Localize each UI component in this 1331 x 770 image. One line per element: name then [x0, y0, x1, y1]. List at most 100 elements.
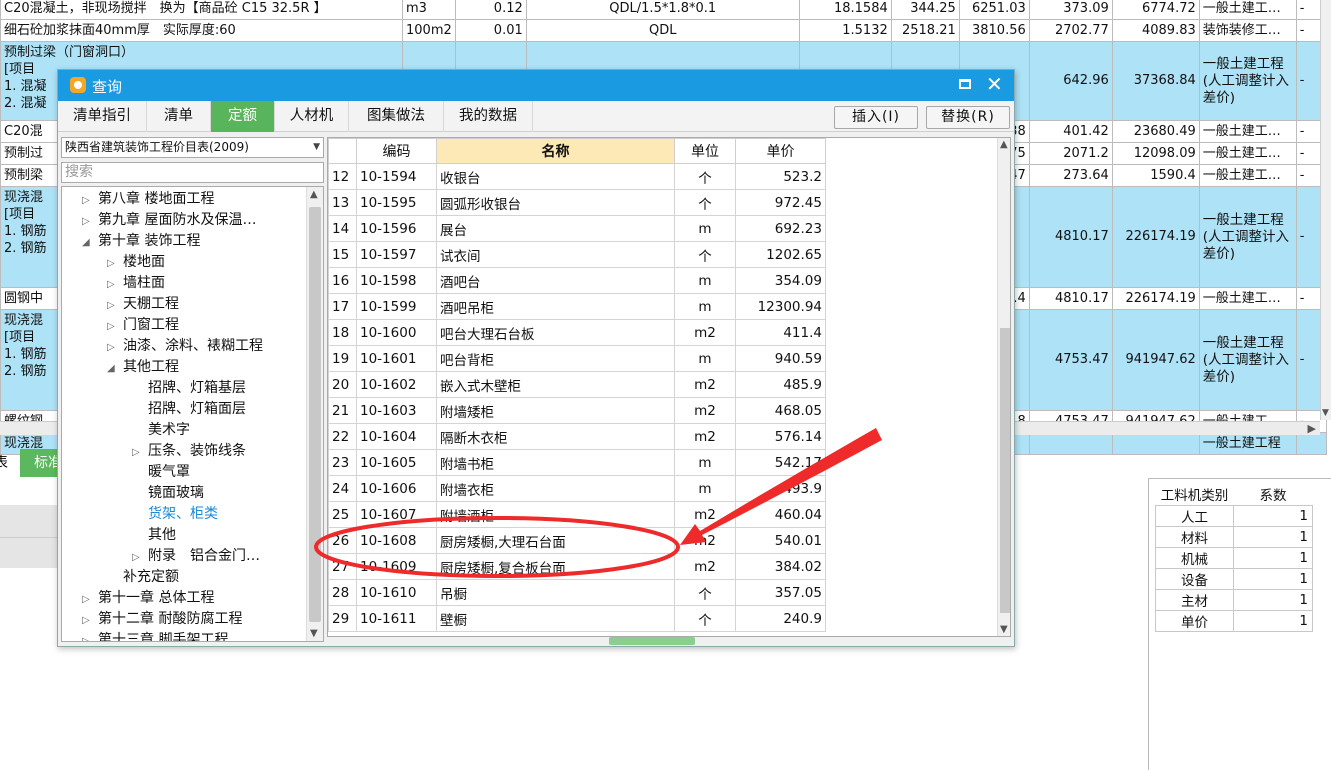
- main-sheet-cell[interactable]: [1295, 432, 1327, 455]
- tree-node[interactable]: 美术字: [132, 420, 190, 441]
- quota-row[interactable]: 27 10-1609 厨房矮橱,复合板台面 m2 384.02: [328, 553, 826, 580]
- main-sheet-cell[interactable]: 细石砼加浆抹面40mm厚 实际厚度:60: [0, 19, 403, 42]
- tree-node[interactable]: ◢ 第十章 装饰工程: [82, 231, 200, 252]
- grid-scrollbar[interactable]: ▲ ▼: [997, 138, 1010, 636]
- col-name[interactable]: 名称: [436, 138, 675, 164]
- main-sheet-cell[interactable]: 18.1584: [798, 0, 892, 20]
- caret-expanded-icon[interactable]: ◢: [107, 358, 123, 379]
- quota-row[interactable]: 24 10-1606 附墙衣柜 m 493.9: [328, 475, 826, 502]
- main-sheet-cell[interactable]: [1028, 432, 1113, 455]
- main-sheet-cell[interactable]: 6251.03: [958, 0, 1030, 20]
- tree-node[interactable]: ◢ 其他工程: [107, 357, 179, 378]
- tree-node[interactable]: ▷ 油漆、涂料、裱糊工程: [107, 336, 263, 357]
- quota-row[interactable]: 19 10-1601 吧台背柜 m 940.59: [328, 345, 826, 372]
- quota-row[interactable]: 28 10-1610 吊橱个 357.05: [328, 579, 826, 606]
- tree-node[interactable]: 货架、柜类: [132, 504, 218, 525]
- tree-node[interactable]: ▷ 第十一章 总体工程: [82, 588, 214, 609]
- main-sheet-cell[interactable]: 一般土建工程(人工调整计入差价): [1198, 309, 1297, 411]
- close-icon[interactable]: ✕: [986, 72, 1003, 96]
- main-sheet-cell[interactable]: [1111, 432, 1200, 455]
- main-sheet-cell[interactable]: 941947.62: [1111, 309, 1200, 411]
- quota-row[interactable]: 13 10-1595 圆弧形收银台个 972.45: [328, 189, 826, 216]
- search-input[interactable]: 搜索: [61, 162, 324, 183]
- tree-node[interactable]: ▷ 第九章 屋面防水及保温…: [82, 210, 256, 231]
- scroll-up-icon[interactable]: ▲: [1000, 139, 1008, 150]
- insert-button[interactable]: 插入(I): [834, 106, 918, 129]
- tree-node[interactable]: 招牌、灯箱面层: [132, 399, 246, 420]
- caret-collapsed-icon[interactable]: ▷: [82, 211, 98, 232]
- main-sheet-cell[interactable]: 1590.4: [1111, 164, 1200, 187]
- caret-collapsed-icon[interactable]: ▷: [82, 631, 98, 641]
- tree-node[interactable]: ▷ 天棚工程: [107, 294, 179, 315]
- main-sheet-cell[interactable]: 一般土建工…: [1198, 164, 1297, 187]
- quota-row[interactable]: 15 10-1597 试衣间个 1202.65: [328, 241, 826, 268]
- main-sheet-cell[interactable]: 一般土建工…: [1198, 287, 1297, 310]
- main-sheet-cell[interactable]: 4810.17: [1028, 287, 1113, 310]
- caret-collapsed-icon[interactable]: ▷: [82, 610, 98, 631]
- coefficient-cell[interactable]: 1: [1233, 525, 1313, 548]
- tab-quota[interactable]: 定额: [211, 101, 275, 132]
- dialog-titlebar[interactable]: 查询 ✕: [58, 70, 1014, 101]
- main-sheet-row[interactable]: C20混凝土，非现场搅拌 换为【商品砼 C15 32.5R 】 m3 0.12 QDL…: [0, 0, 1327, 20]
- main-sheet-cell[interactable]: 0.01: [454, 19, 527, 42]
- scroll-down-icon[interactable]: ▼: [1000, 624, 1008, 635]
- tab-labor-material-machine[interactable]: 人材机: [275, 101, 349, 132]
- col-unit-price[interactable]: 单价: [735, 138, 826, 164]
- tree-scrollbar[interactable]: ▲ ▼: [306, 187, 323, 641]
- quota-row[interactable]: 17 10-1599 酒吧吊柜 m 12300.94: [328, 293, 826, 320]
- tab-list[interactable]: 清单: [147, 101, 211, 132]
- quota-row[interactable]: 26 10-1608 厨房矮橱,大理石台面 m2 540.01: [328, 527, 826, 554]
- quota-row[interactable]: 22 10-1604 隔断木衣柜 m2 576.14: [328, 423, 826, 450]
- main-sheet-cell[interactable]: 3810.56: [958, 19, 1030, 42]
- main-sheet-cell[interactable]: 273.64: [1028, 164, 1113, 187]
- main-sheet-cell[interactable]: 一般土建工…: [1198, 0, 1297, 20]
- main-sheet-cell[interactable]: 一般土建工…: [1198, 142, 1297, 165]
- coefficient-row[interactable]: 单价 1: [1155, 609, 1313, 632]
- main-sheet-row[interactable]: 细石砼加浆抹面40mm厚 实际厚度:60 100m2 0.01 QDL 1.5132 25…: [0, 19, 1327, 42]
- main-sheet-cell[interactable]: 226174.19: [1111, 287, 1200, 310]
- main-sheet-cell[interactable]: QDL/1.5*1.8*0.1: [525, 0, 800, 20]
- quota-row[interactable]: 29 10-1611 壁橱个 240.9: [328, 605, 826, 632]
- coefficient-row[interactable]: 主材 1: [1155, 588, 1313, 611]
- caret-collapsed-icon[interactable]: ▷: [132, 442, 148, 463]
- quota-row[interactable]: 18 10-1600 吧台大理石台板 m2 411.4: [328, 319, 826, 346]
- caret-collapsed-icon[interactable]: ▷: [107, 295, 123, 316]
- tree-node[interactable]: ▷ 第八章 楼地面工程: [82, 189, 214, 210]
- coefficient-row[interactable]: 材料 1: [1155, 525, 1313, 548]
- tree-node[interactable]: ▷ 第十二章 耐酸防腐工程: [82, 609, 242, 630]
- coefficient-cell[interactable]: 1: [1233, 588, 1313, 611]
- caret-collapsed-icon[interactable]: ▷: [82, 589, 98, 610]
- coefficient-cell[interactable]: 1: [1233, 546, 1313, 569]
- quota-row[interactable]: 23 10-1605 附墙书柜 m 542.17: [328, 449, 826, 476]
- coefficient-cell[interactable]: 1: [1233, 504, 1313, 527]
- tree-node[interactable]: ▷ 第十三章 脚手架工程: [82, 630, 228, 641]
- main-sheet-cell[interactable]: 0.12: [454, 0, 527, 20]
- maximize-icon[interactable]: [959, 79, 971, 89]
- tree-node[interactable]: 补充定额: [107, 567, 179, 588]
- col-unit[interactable]: 单位: [674, 138, 736, 164]
- main-sheet-cell[interactable]: QDL: [525, 19, 800, 42]
- main-sheet-cell[interactable]: 344.25: [890, 0, 960, 20]
- scroll-down-icon[interactable]: ▼: [310, 628, 318, 639]
- scroll-up-icon[interactable]: ▲: [310, 189, 318, 200]
- caret-collapsed-icon[interactable]: ▷: [107, 337, 123, 358]
- main-sheet-cell[interactable]: C20混凝土，非现场搅拌 换为【商品砼 C15 32.5R 】: [0, 0, 403, 20]
- main-sheet-cell[interactable]: 一般土建工…: [1198, 120, 1297, 143]
- caret-collapsed-icon[interactable]: ▷: [107, 253, 123, 274]
- main-sheet-cell[interactable]: m3: [402, 0, 456, 20]
- coefficient-row[interactable]: 人工 1: [1155, 504, 1313, 527]
- caret-expanded-icon[interactable]: ◢: [82, 232, 98, 253]
- quota-row[interactable]: 25 10-1607 附墙酒柜 m2 460.04: [328, 501, 826, 528]
- tree-node[interactable]: ▷ 楼地面: [107, 252, 165, 273]
- grid-scroll-thumb[interactable]: [1000, 328, 1010, 613]
- expand-handle[interactable]: [609, 632, 695, 645]
- replace-button[interactable]: 替换(R): [926, 106, 1010, 129]
- tab-my-data[interactable]: 我的数据: [444, 101, 533, 132]
- caret-collapsed-icon[interactable]: ▷: [107, 316, 123, 337]
- tree-scroll-thumb[interactable]: [309, 207, 321, 622]
- bottom-tab-0[interactable]: 表: [0, 449, 8, 477]
- main-sheet-cell[interactable]: 一般土建工程(人工调整计入差价): [1198, 186, 1297, 288]
- tree-node[interactable]: 招牌、灯箱基层: [132, 378, 246, 399]
- tree-node[interactable]: 镜面玻璃: [132, 483, 204, 504]
- caret-collapsed-icon[interactable]: ▷: [107, 274, 123, 295]
